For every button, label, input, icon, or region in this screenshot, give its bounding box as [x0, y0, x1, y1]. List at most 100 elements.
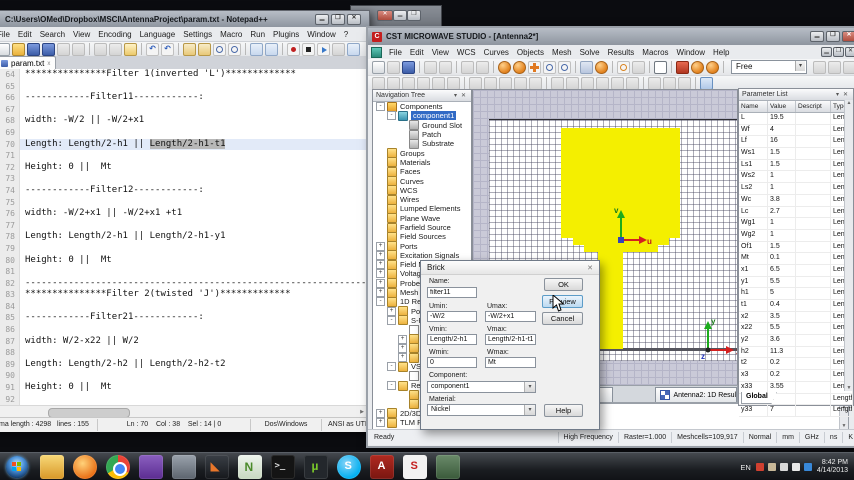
maximize-button[interactable]: ❐	[826, 31, 840, 42]
expand-toggle[interactable]: -	[376, 297, 385, 306]
expand-toggle[interactable]: -	[387, 111, 396, 120]
copy-icon[interactable]	[109, 43, 122, 56]
shape-tool-icon[interactable]	[663, 77, 676, 90]
redo-icon[interactable]	[161, 43, 174, 56]
menu-item[interactable]: Edit	[406, 48, 428, 57]
expand-toggle[interactable]: -	[387, 362, 396, 371]
pick-point-icon[interactable]	[595, 61, 608, 74]
tree-item[interactable]: Lumped Elements	[373, 204, 471, 213]
separator[interactable]	[245, 43, 246, 55]
menu-item[interactable]: Macros	[638, 48, 672, 57]
menu-item[interactable]: Macro	[216, 30, 246, 39]
separator[interactable]	[493, 61, 494, 73]
table-row[interactable]: Wc 3.8 Length	[739, 195, 853, 207]
separator[interactable]	[546, 77, 547, 89]
expand-toggle[interactable]: -	[376, 102, 385, 111]
separator[interactable]	[575, 61, 576, 73]
shape-tool-icon[interactable]	[432, 77, 445, 90]
zoom-in-icon[interactable]	[213, 43, 226, 56]
name-field[interactable]	[427, 287, 477, 298]
separator[interactable]	[141, 43, 142, 55]
taskbar-clock[interactable]: 8:42 PM 4/14/2013	[817, 459, 848, 475]
sphere-tool-icon[interactable]	[691, 61, 704, 74]
cst-titlebar[interactable]: C CST MICROWAVE STUDIO - [Antenna2*] ▁ ❐…	[368, 28, 854, 45]
start-button[interactable]	[6, 456, 28, 478]
save-all-icon[interactable]	[42, 43, 55, 56]
history-icon[interactable]	[813, 61, 826, 74]
column-header[interactable]: Value	[768, 101, 796, 112]
tree-item[interactable]: Substrate	[373, 139, 471, 148]
menu-item[interactable]: Objects	[513, 48, 548, 57]
minimize-button[interactable]: ▁	[393, 10, 407, 21]
separator[interactable]	[89, 43, 90, 55]
menu-item[interactable]: Window	[673, 48, 709, 57]
close-icon[interactable]: ✕	[377, 10, 393, 21]
separator[interactable]	[282, 43, 283, 55]
menu-item[interactable]: ?	[340, 30, 352, 39]
expand-toggle[interactable]: +	[398, 335, 407, 344]
separator[interactable]	[464, 77, 465, 89]
paste-icon[interactable]	[124, 43, 137, 56]
help-button[interactable]: Help	[544, 404, 583, 417]
adobe-reader-icon[interactable]	[370, 455, 394, 479]
shape-tool-icon[interactable]	[372, 77, 385, 90]
tree-item[interactable]: Field Sources	[373, 232, 471, 241]
table-row[interactable]: Wg1 1 Length	[739, 218, 853, 230]
tree-item[interactable]: Groups	[373, 148, 471, 157]
tab-antenna2-1d-results[interactable]: Antenna2: 1D Results\R...	[655, 387, 737, 402]
table-row[interactable]: x1 6.5 Length	[739, 265, 853, 277]
expand-toggle[interactable]: +	[387, 307, 396, 316]
menu-item[interactable]: Window	[303, 30, 339, 39]
wmax-field[interactable]	[485, 357, 536, 368]
menu-item[interactable]: Run	[246, 30, 269, 39]
rotate-view-icon[interactable]	[498, 61, 511, 74]
tray-app-icon[interactable]	[768, 463, 776, 471]
tree-item[interactable]: Plane Wave	[373, 214, 471, 223]
close-icon[interactable]: ✕	[459, 92, 468, 99]
tree-item[interactable]: - Components	[373, 102, 471, 111]
firefox-icon[interactable]	[73, 455, 97, 479]
separator[interactable]	[419, 61, 420, 73]
new-file-icon[interactable]	[0, 43, 10, 56]
menu-item[interactable]: Solve	[576, 48, 604, 57]
table-row[interactable]: x33 3.55 Length	[739, 382, 853, 394]
tree-item[interactable]: Materials	[373, 158, 471, 167]
material-select[interactable]: Nickel	[427, 404, 536, 416]
parameter-list-header[interactable]: Parameter List ▾ ✕	[739, 89, 853, 101]
shape-tool-icon[interactable]	[611, 77, 624, 90]
table-row[interactable]: y2 3.6 Length	[739, 335, 853, 347]
separator[interactable]	[649, 61, 650, 73]
shape-tool-icon[interactable]	[499, 77, 512, 90]
spin-view-icon[interactable]	[513, 61, 526, 74]
shape-tool-icon[interactable]	[447, 77, 460, 90]
action-center-icon[interactable]	[804, 463, 812, 471]
zoom-out-icon[interactable]	[558, 61, 571, 74]
tab-global-parameters[interactable]: Global	[741, 392, 777, 404]
grid-toggle-icon[interactable]	[632, 61, 645, 74]
menu-item[interactable]: Help	[709, 48, 733, 57]
tree-item[interactable]: + Excitation Signals	[373, 251, 471, 260]
vmin-field[interactable]	[427, 334, 477, 345]
chevron-down-icon[interactable]: ▾	[834, 91, 841, 98]
open-file-icon[interactable]	[387, 61, 400, 74]
tree-item[interactable]: Wires	[373, 195, 471, 204]
menu-item[interactable]: Encoding	[94, 30, 135, 39]
minimize-button[interactable]: ▁	[810, 31, 824, 42]
app-icon[interactable]	[436, 455, 460, 479]
zoom-out-icon[interactable]	[228, 43, 241, 56]
tree-item[interactable]: WCS	[373, 186, 471, 195]
scroll-left-icon[interactable]: ◀	[0, 408, 3, 416]
table-row[interactable]: x22 5.5 Length	[739, 323, 853, 335]
cut-icon[interactable]	[424, 61, 437, 74]
menu-item[interactable]: Plugins	[269, 30, 303, 39]
save-icon[interactable]	[27, 43, 40, 56]
mouse-mode-select[interactable]: Free	[731, 60, 807, 74]
separator[interactable]	[643, 77, 644, 89]
cst-design-tool-icon[interactable]	[172, 455, 196, 479]
component-select[interactable]: component1	[427, 381, 536, 393]
vertical-scrollbar[interactable]: ▲▼	[844, 100, 853, 391]
shape-tool-icon[interactable]	[529, 77, 542, 90]
shape-tool-icon[interactable]	[678, 77, 691, 90]
expand-toggle[interactable]: +	[376, 269, 385, 278]
menu-item[interactable]: View	[428, 48, 453, 57]
